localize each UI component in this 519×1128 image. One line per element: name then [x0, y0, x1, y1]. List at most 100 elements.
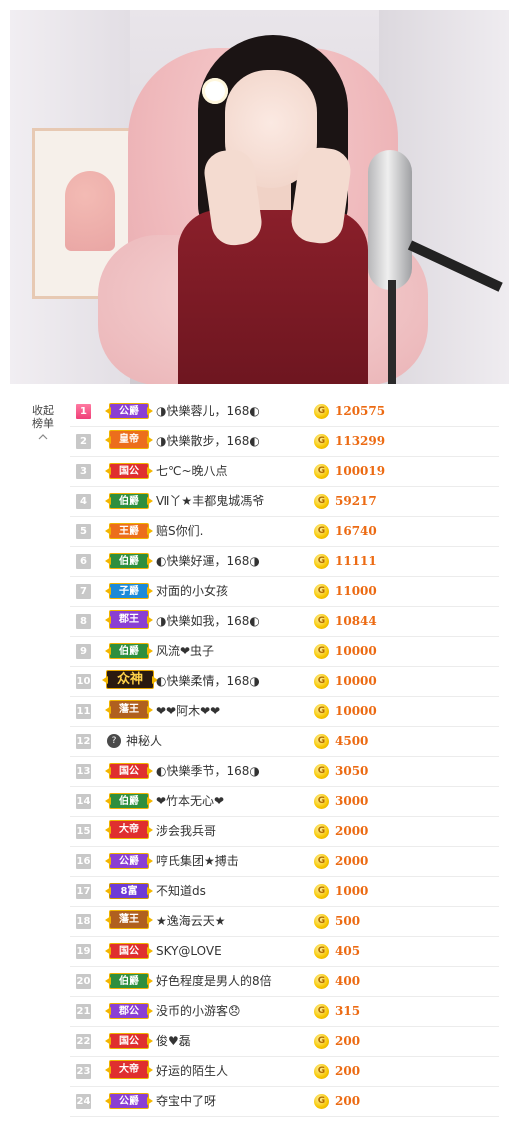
contribution-score: 11000	[335, 584, 377, 598]
gold-coin-icon: G	[314, 944, 329, 959]
gold-coin-icon: G	[314, 674, 329, 689]
ranking-list: 1 公爵 ◑快樂蓉儿，168◐ G 120575 2 皇帝 ◑快樂散步，168◐ G 113299…	[70, 397, 499, 1117]
rank-number: 8	[76, 614, 91, 629]
ranking-row[interactable]: 21 郡公 没币的小游客😞 G 315	[70, 997, 499, 1027]
user-name[interactable]: 七℃~晚八点	[156, 457, 228, 486]
contribution-score: 200	[335, 1064, 361, 1078]
user-name[interactable]: ◐快樂季节，168◑	[156, 757, 260, 786]
gold-coin-icon: G	[314, 1004, 329, 1019]
user-name[interactable]: ❤竹本无心❤	[156, 787, 224, 816]
user-name[interactable]: 没币的小游客😞	[156, 997, 241, 1026]
ranking-row[interactable]: 15 大帝 涉会我兵哥 G 2000	[70, 817, 499, 847]
rank-number: 11	[76, 704, 91, 719]
collapse-label-line2: 榜单	[32, 417, 54, 430]
rank-number: 20	[76, 974, 91, 989]
gold-coin-icon: G	[314, 1094, 329, 1109]
noble-rank-badge: 郡公	[109, 1003, 149, 1019]
noble-rank-badge: 国公	[109, 943, 149, 959]
user-name[interactable]: 风流❤虫子	[156, 637, 214, 666]
rank-number: 16	[76, 854, 91, 869]
contribution-score: 500	[335, 914, 361, 928]
user-name[interactable]: ◑快樂蓉儿，168◐	[156, 397, 260, 426]
ranking-row[interactable]: 4 伯爵 Ⅶ丫★丰都鬼城馮爷 G 59217	[70, 487, 499, 517]
gold-coin-icon: G	[314, 794, 329, 809]
noble-rank-badge: 子爵	[109, 583, 149, 599]
ranking-row[interactable]: 11 藩王 ❤❤阿木❤❤ G 10000	[70, 697, 499, 727]
user-name[interactable]: ❤❤阿木❤❤	[156, 697, 220, 726]
noble-rank-badge: 藩王	[109, 910, 149, 929]
user-name[interactable]: ◑快樂如我，168◐	[156, 607, 260, 636]
rank-number: 19	[76, 944, 91, 959]
noble-rank-badge: 郡王	[109, 610, 149, 629]
gold-coin-icon: G	[314, 494, 329, 509]
user-name[interactable]: 涉会我兵哥	[156, 817, 216, 846]
noble-rank-badge: 公爵	[109, 1093, 149, 1109]
noble-rank-badge: 伯爵	[109, 973, 149, 989]
ranking-row[interactable]: 20 伯爵 好色程度是男人的8倍 G 400	[70, 967, 499, 997]
rank-number: 3	[76, 464, 91, 479]
ranking-row[interactable]: 19 国公 SKY@LOVE G 405	[70, 937, 499, 967]
collapse-ranking-button[interactable]: 收起 榜单	[26, 404, 60, 442]
contribution-score: 10844	[335, 614, 377, 628]
noble-rank-badge: 王爵	[109, 523, 149, 539]
ranking-row[interactable]: 12? 神秘人 G 4500	[70, 727, 499, 757]
ranking-row[interactable]: 23 大帝 好运的陌生人 G 200	[70, 1057, 499, 1087]
ranking-row[interactable]: 9 伯爵 风流❤虫子 G 10000	[70, 637, 499, 667]
user-name[interactable]: 神秘人	[126, 727, 162, 756]
noble-rank-badge: 公爵	[109, 853, 149, 869]
contribution-score: 3000	[335, 794, 369, 808]
gold-coin-icon: G	[314, 884, 329, 899]
streamer-dress	[178, 210, 368, 384]
user-name[interactable]: 好运的陌生人	[156, 1057, 228, 1086]
contribution-score: 3050	[335, 764, 369, 778]
gold-coin-icon: G	[314, 644, 329, 659]
stream-video[interactable]	[10, 10, 509, 384]
ranking-row[interactable]: 18 藩王 ★逸海云天★ G 500	[70, 907, 499, 937]
ranking-row[interactable]: 13 国公 ◐快樂季节，168◑ G 3050	[70, 757, 499, 787]
ranking-row[interactable]: 5 王爵 赔S你们. G 16740	[70, 517, 499, 547]
user-name[interactable]: 不知道ds	[156, 877, 206, 906]
user-name[interactable]: 哼氏集团★搏击	[156, 847, 239, 876]
ranking-row[interactable]: 14 伯爵 ❤竹本无心❤ G 3000	[70, 787, 499, 817]
chevron-up-icon	[38, 434, 48, 440]
mic-stand	[388, 280, 396, 384]
user-name[interactable]: ◑快樂散步，168◐	[156, 427, 260, 456]
noble-rank-badge: 大帝	[109, 1060, 149, 1079]
rank-number: 22	[76, 1034, 91, 1049]
noble-rank-badge: 伯爵	[109, 643, 149, 659]
ranking-row[interactable]: 16 公爵 哼氏集团★搏击 G 2000	[70, 847, 499, 877]
user-name[interactable]: 赔S你们.	[156, 517, 203, 546]
user-name[interactable]: ★逸海云天★	[156, 907, 226, 936]
ranking-row[interactable]: 17 8富 不知道ds G 1000	[70, 877, 499, 907]
user-name[interactable]: ◐快樂柔情，168◑	[156, 667, 260, 696]
ranking-row[interactable]: 6 伯爵 ◐快樂好運，168◑ G 11111	[70, 547, 499, 577]
user-name[interactable]: SKY@LOVE	[156, 937, 222, 966]
rank-number: 4	[76, 494, 91, 509]
microphone	[368, 150, 412, 290]
rank-number: 17	[76, 884, 91, 899]
ranking-row[interactable]: 24 公爵 夺宝中了呀 G 200	[70, 1087, 499, 1117]
rank-number: 9	[76, 644, 91, 659]
ranking-row[interactable]: 3 国公 七℃~晚八点 G 100019	[70, 457, 499, 487]
gold-coin-icon: G	[314, 524, 329, 539]
ranking-row[interactable]: 22 国公 俊♥磊 G 200	[70, 1027, 499, 1057]
user-name[interactable]: 好色程度是男人的8倍	[156, 967, 272, 996]
user-name[interactable]: ◐快樂好運，168◑	[156, 547, 260, 576]
user-name[interactable]: 夺宝中了呀	[156, 1087, 216, 1116]
ranking-row[interactable]: 1 公爵 ◑快樂蓉儿，168◐ G 120575	[70, 397, 499, 427]
ranking-row[interactable]: 2 皇帝 ◑快樂散步，168◐ G 113299	[70, 427, 499, 457]
gold-coin-icon: G	[314, 404, 329, 419]
user-name[interactable]: Ⅶ丫★丰都鬼城馮爷	[156, 487, 264, 516]
rank-number: 24	[76, 1094, 91, 1109]
rank-number: 5	[76, 524, 91, 539]
ranking-row[interactable]: 10 众神 ◐快樂柔情，168◑ G 10000	[70, 667, 499, 697]
gold-coin-icon: G	[314, 734, 329, 749]
ranking-row[interactable]: 8 郡王 ◑快樂如我，168◐ G 10844	[70, 607, 499, 637]
noble-rank-badge: 伯爵	[109, 793, 149, 809]
user-name[interactable]: 俊♥磊	[156, 1027, 191, 1056]
rank-number: 15	[76, 824, 91, 839]
noble-rank-badge: 伯爵	[109, 493, 149, 509]
gold-coin-icon: G	[314, 914, 329, 929]
user-name[interactable]: 对面的小女孩	[156, 577, 228, 606]
ranking-row[interactable]: 7 子爵 对面的小女孩 G 11000	[70, 577, 499, 607]
